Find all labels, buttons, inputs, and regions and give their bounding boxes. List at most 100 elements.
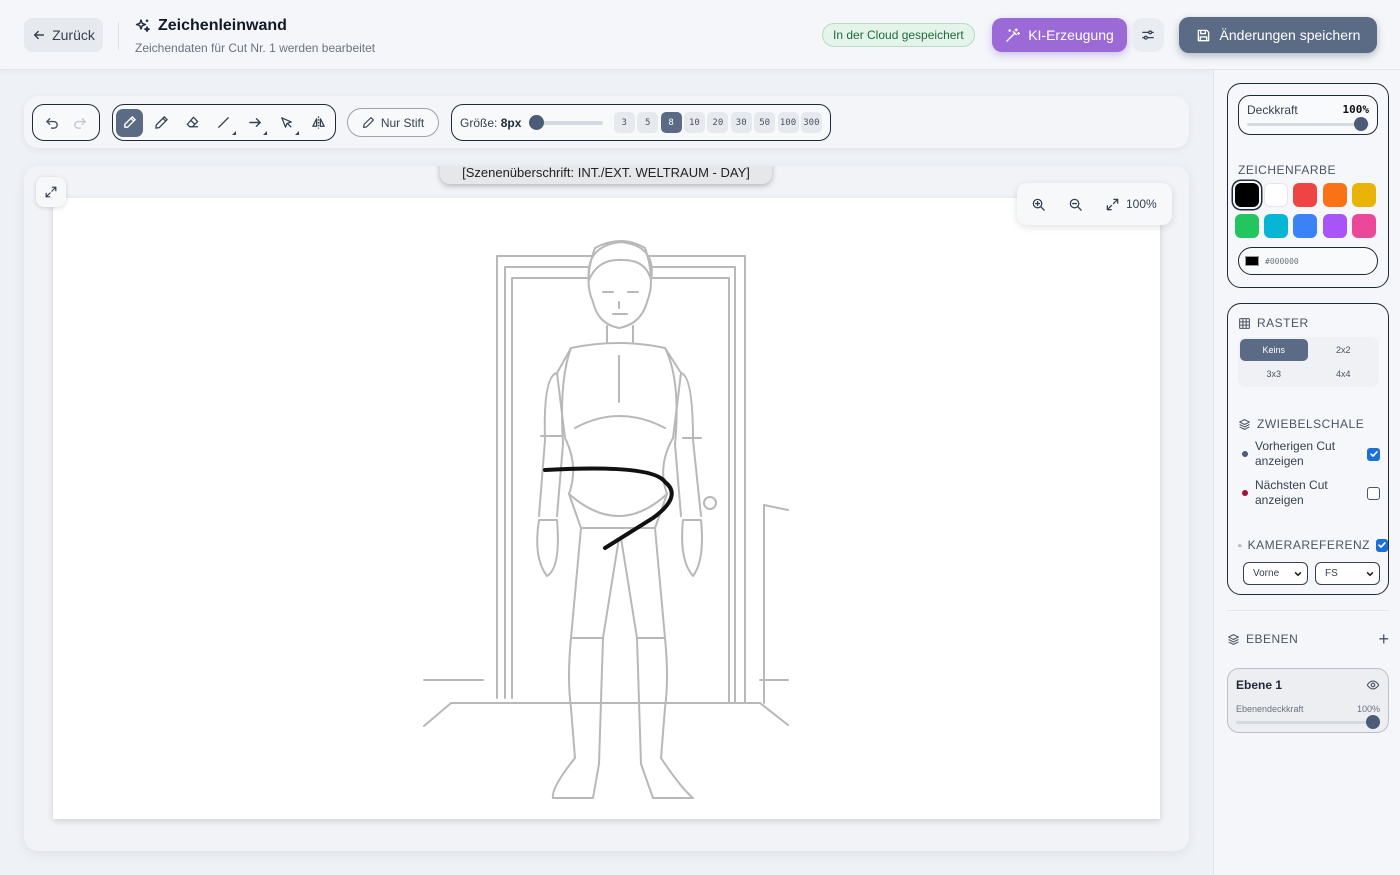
layers-heading: EBENEN	[1227, 632, 1298, 646]
select-tool[interactable]	[273, 109, 300, 137]
settings-button[interactable]	[1132, 18, 1164, 52]
swatch-purple[interactable]	[1322, 214, 1347, 238]
scene-heading-banner: [Szenenüberschrift: INT./EXT. WELTRAUM -…	[440, 166, 772, 184]
grid-option-3x3[interactable]: 3x3	[1240, 363, 1308, 385]
onion-next-checkbox[interactable]	[1367, 486, 1380, 500]
onion-prev-checkbox[interactable]	[1367, 447, 1380, 461]
app-header: Zurück Zeichenleinwand Zeichendaten für …	[0, 0, 1400, 70]
pen-icon	[362, 117, 374, 128]
zoom-out-icon	[1069, 198, 1082, 211]
hex-color-input[interactable]: #000000	[1238, 247, 1378, 275]
submenu-indicator	[263, 130, 268, 135]
size-preset-300[interactable]: 300	[800, 112, 822, 133]
title-block: Zeichenleinwand Zeichendaten für Cut Nr.…	[135, 17, 375, 55]
zoom-out-button[interactable]	[1064, 193, 1086, 215]
arrow-tool[interactable]	[242, 109, 269, 137]
eraser-icon	[186, 116, 199, 128]
layer-name: Ebene 1	[1236, 678, 1283, 692]
layer-opacity-knob[interactable]	[1366, 715, 1380, 729]
page-title: Zeichenleinwand	[135, 17, 375, 35]
eye-icon[interactable]	[1366, 678, 1380, 692]
size-slider-knob[interactable]	[529, 114, 545, 130]
sliders-icon	[1142, 30, 1154, 40]
size-slider[interactable]	[529, 114, 604, 130]
swatch-orange[interactable]	[1322, 183, 1347, 207]
pen-only-toggle[interactable]: Nur Stift	[347, 108, 439, 137]
add-layer-button[interactable]: +	[1378, 630, 1389, 648]
grid-icon	[1239, 317, 1250, 329]
redo-button[interactable]	[66, 109, 93, 137]
layers-header: EBENEN +	[1227, 630, 1389, 648]
title-text: Zeichenleinwand	[158, 17, 287, 34]
size-preset-8[interactable]: 8	[660, 112, 682, 133]
swatch-yellow[interactable]	[1351, 183, 1376, 207]
back-button[interactable]: Zurück	[24, 18, 103, 52]
swatch-black[interactable]	[1235, 183, 1259, 207]
opacity-slider[interactable]	[1247, 123, 1369, 126]
grid-option-none[interactable]: Keins	[1240, 339, 1308, 361]
onion-prev-row: Vorherigen Cut anzeigen	[1242, 439, 1380, 469]
line-tool[interactable]	[210, 109, 237, 137]
redo-icon	[74, 118, 86, 129]
mirror-icon	[311, 116, 325, 129]
save-changes-button[interactable]: Änderungen speichern	[1179, 17, 1377, 53]
swatch-pink[interactable]	[1351, 214, 1376, 238]
grid-option-2x2[interactable]: 2x2	[1310, 339, 1378, 361]
prev-cut-dot	[1242, 451, 1248, 457]
swatch-cyan[interactable]	[1264, 214, 1289, 238]
camera-shot-value: FS	[1325, 568, 1338, 579]
camera-view-value: Vorne	[1253, 568, 1280, 579]
size-preset-5[interactable]: 5	[637, 112, 659, 133]
draw-color-heading: ZEICHENFARBE	[1238, 163, 1337, 177]
line-icon	[218, 117, 230, 128]
camera-reference-checkbox[interactable]	[1376, 538, 1388, 552]
layers-icon	[1239, 418, 1250, 430]
camera-view-select[interactable]: Vorne	[1243, 562, 1308, 585]
size-preset-10[interactable]: 10	[683, 112, 705, 133]
ai-generate-button[interactable]: KI-Erzeugung	[992, 18, 1127, 52]
current-color-swatch[interactable]	[1245, 256, 1259, 266]
sidebar-divider	[1227, 610, 1389, 611]
drawing-canvas[interactable]	[53, 198, 1160, 819]
size-preset-50[interactable]: 50	[754, 112, 776, 133]
layer-opacity-slider[interactable]	[1236, 721, 1380, 724]
zoom-in-button[interactable]	[1027, 193, 1049, 215]
onion-next-label: Nächsten Cut anzeigen	[1255, 478, 1328, 507]
arrow-left-icon	[34, 30, 45, 40]
layers-icon	[1228, 633, 1239, 645]
page-subtitle: Zeichendaten für Cut Nr. 1 werden bearbe…	[135, 41, 376, 55]
layer-item[interactable]: Ebene 1 Ebenendeckkraft 100%	[1227, 668, 1389, 733]
grid-options: Keins 2x2 3x3 4x4	[1238, 337, 1379, 387]
swatch-green[interactable]	[1235, 214, 1259, 238]
pencil-icon	[154, 116, 168, 129]
cloud-status-badge: In der Cloud gespeichert	[822, 23, 975, 47]
fullscreen-button[interactable]	[36, 177, 66, 207]
canvas-panel: [Szenenüberschrift: INT./EXT. WELTRAUM -…	[24, 166, 1189, 851]
opacity-control[interactable]: Deckkraft 100%	[1238, 95, 1378, 135]
opacity-value: 100%	[1342, 103, 1370, 116]
magic-wand-icon	[1006, 27, 1021, 42]
pencil-tool[interactable]	[147, 109, 174, 137]
onion-prev-label: Vorherigen Cut anzeigen	[1255, 439, 1336, 468]
canvas-drawing	[423, 240, 789, 799]
size-preset-20[interactable]: 20	[707, 112, 729, 133]
swatch-blue[interactable]	[1293, 214, 1318, 238]
camera-reference-heading: KAMERAREFERENZ	[1238, 538, 1388, 552]
onion-next-row: Nächsten Cut anzeigen	[1242, 478, 1380, 508]
eraser-tool[interactable]	[179, 109, 206, 137]
size-preset-100[interactable]: 100	[777, 112, 799, 133]
swatch-white[interactable]	[1264, 183, 1289, 207]
chevron-down-icon	[1294, 571, 1302, 576]
floppy-disk-icon	[1197, 29, 1209, 41]
camera-shot-select[interactable]: FS	[1315, 562, 1380, 585]
size-preset-30[interactable]: 30	[730, 112, 752, 133]
size-preset-3[interactable]: 3	[613, 112, 635, 133]
zoom-reset-button[interactable]	[1101, 193, 1123, 215]
mirror-tool[interactable]	[305, 109, 332, 137]
swatch-red[interactable]	[1293, 183, 1318, 207]
arrow-right-icon	[249, 118, 261, 127]
brush-tool[interactable]	[116, 108, 144, 137]
grid-option-4x4[interactable]: 4x4	[1310, 363, 1378, 385]
undo-button[interactable]	[39, 109, 66, 137]
opacity-slider-knob[interactable]	[1354, 117, 1368, 131]
